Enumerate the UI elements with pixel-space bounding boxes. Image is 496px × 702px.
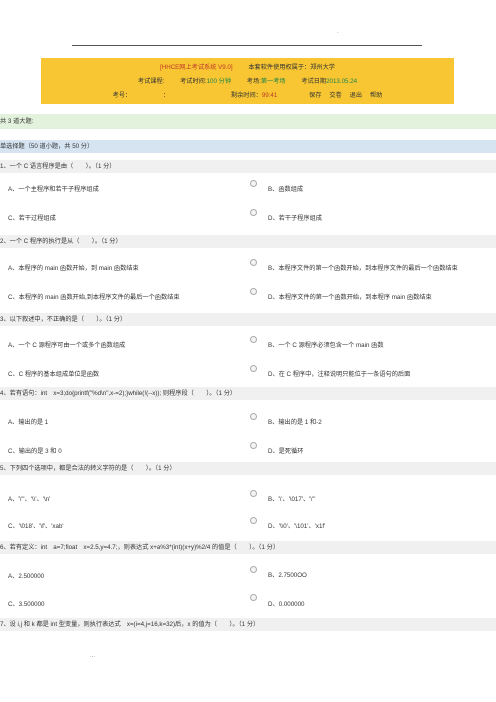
q3-option-a: A、一个 C 源程序可由一个或多个函数组成 [8, 342, 126, 349]
q3-radio-b[interactable] [250, 336, 257, 343]
q5-option-a: A、'\"'、'\\'、'\n' [8, 496, 51, 503]
q2-option-c: C、本程序的 main 函数开始,到本程序文件的最后一个函数结束 [8, 294, 180, 301]
time-value: 100 分钟 [206, 78, 232, 85]
q4-option-c: C、输出的是 3 和 0 [8, 448, 62, 455]
question-3: 3、以下叙述中，不正确的是（ ）。（1 分） [0, 313, 496, 326]
room-value: 第一考场 [260, 78, 286, 85]
system-name: [HHCE网上考试系统 V9.0] [160, 64, 233, 71]
q4-option-b: B、输出的是 1 和-2 [268, 419, 322, 426]
q2-radio-d[interactable] [250, 288, 257, 295]
question-2: 2、一个 C 程序的执行是从（ ）。（1 分） [0, 235, 496, 248]
question-6: 6、若有定义：int a=7;float x=2.5,y=4.7;，则表达式 x… [0, 541, 496, 554]
q3-option-b: B、一个 C 源程序必须包含一个 main 函数 [268, 342, 384, 349]
q1-radio-d[interactable] [250, 209, 257, 216]
exit-button[interactable]: 退出 [350, 92, 362, 99]
save-button[interactable]: 保存 [309, 92, 321, 99]
q3-option-c: C、C 程序的基本组成单位是函数 [8, 371, 100, 378]
name-label: ： [162, 92, 170, 99]
q6-option-a: A、2.500000 [8, 573, 45, 580]
q5-option-c: C、'\018'、'\f'、'xab' [8, 523, 64, 530]
submit-button[interactable]: 交卷 [329, 92, 341, 99]
course-label: 考试课程: [137, 78, 165, 85]
q6-radio-d[interactable] [250, 594, 257, 601]
room-label: 考场: [246, 78, 261, 85]
q5-radio-b[interactable] [250, 490, 257, 497]
remain-time: 99:41 [261, 92, 278, 99]
q1-option-b: B、函数组成 [268, 186, 304, 193]
time-label: 考试时间: [180, 78, 207, 85]
q5-radio-d[interactable] [250, 517, 257, 524]
q6-option-d: D、0.000000 [268, 601, 305, 608]
question-4: 4、若有语句：int x=3;do{printf("%d\n",x-=2);}w… [0, 387, 496, 400]
part-header: 单选择题（50 道小题，共 50 分） [0, 140, 496, 153]
q3-option-d: D、在 C 程序中，注释说明只能位于一条语句的后面 [268, 371, 411, 378]
id-label: 考号： [112, 92, 132, 99]
q4-radio-b[interactable] [250, 413, 257, 420]
question-7: 7、设 i,j 和 k 都是 int 型变量，则执行表达式 x=(i=4,j=1… [0, 618, 496, 631]
q5-option-d: D、'\\0'、'\101'、'x1f' [268, 523, 326, 530]
license-text: 本套软件使用权属于：郑州大学 [248, 64, 335, 71]
exam-banner: [HHCE网上考试系统 V9.0] 本套软件使用权属于：郑州大学 考试课程: 考… [41, 58, 454, 104]
q2-radio-b[interactable] [250, 259, 257, 266]
q5-option-b: B、'\'、'\017'、'\"' [268, 496, 316, 503]
q4-option-a: A、输出的是 1 [8, 419, 49, 426]
date-value: 2013.05.24 [326, 78, 358, 85]
remain-label: 剩余时间： [230, 92, 262, 99]
q1-option-a: A、一个主程序和若干子程序组成 [8, 186, 99, 193]
section-header: 共 3 道大题: [0, 114, 496, 129]
q4-option-d: D、是死循环 [268, 448, 304, 455]
q3-radio-d[interactable] [250, 365, 257, 372]
question-1: 1、一个 C 语言程序是由（ ）。（1 分） [0, 160, 496, 173]
top-dot: . [337, 29, 339, 35]
q6-option-c: C、3.500000 [8, 601, 45, 608]
q2-option-d: D、本程序文件的第一个函数开始，到本程序 main 函数结束 [268, 294, 432, 301]
question-5: 5、下列四个选项中，都是合法的转义字符的是（ ）。（1 分） [0, 462, 496, 475]
q4-radio-d[interactable] [250, 442, 257, 449]
q1-option-d: D、若干子程序组成 [268, 215, 322, 222]
q1-radio-b[interactable] [250, 180, 257, 187]
footer-mark: ... [90, 653, 96, 659]
q2-option-b: B、本程序文件的第一个函数开始，到本程序文件的最后一个函数结束 [268, 265, 458, 272]
q6-radio-b[interactable] [250, 566, 257, 573]
q2-option-a: A、本程序的 main 函数开始，到 main 函数结束 [8, 265, 139, 272]
header-rule [72, 45, 422, 46]
q6-option-b: B、2.7500OO [268, 572, 307, 579]
help-button[interactable]: 帮助 [370, 92, 382, 99]
q1-option-c: C、若干过程组成 [8, 215, 56, 222]
date-label: 考试日期 [301, 78, 327, 85]
